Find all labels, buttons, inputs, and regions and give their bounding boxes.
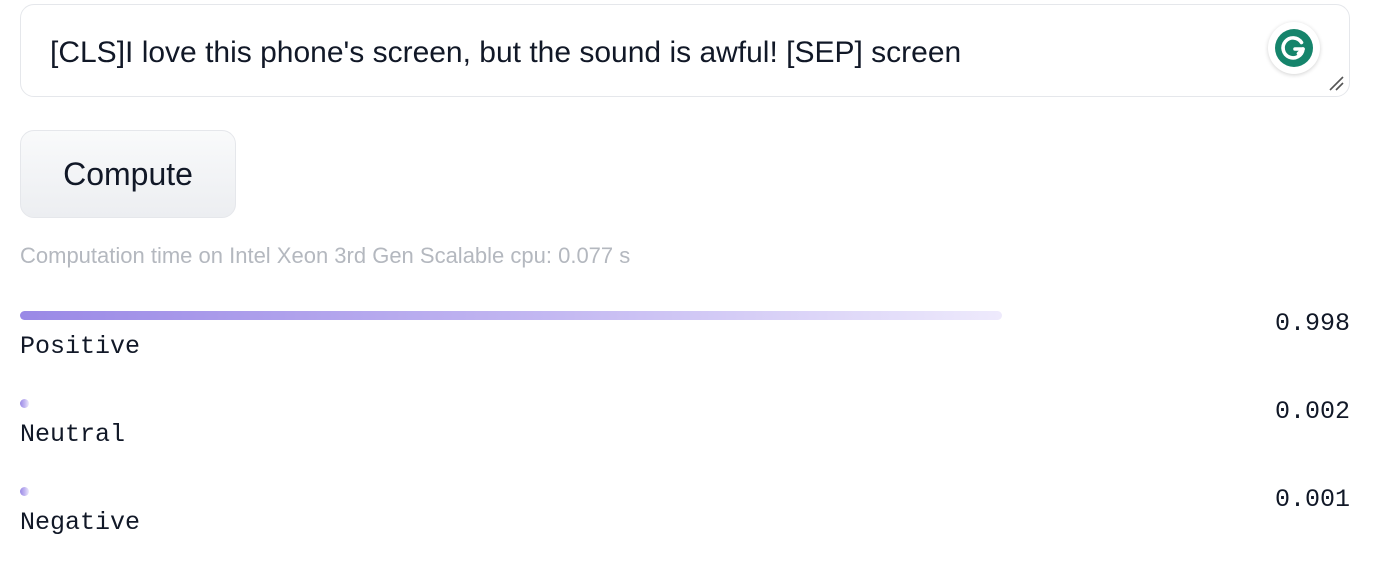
result-row-neutral: Neutral 0.002 (20, 394, 1350, 482)
result-score: 0.998 (1274, 309, 1350, 338)
confidence-bar (20, 487, 29, 496)
result-label: Positive (20, 332, 141, 361)
results-list: Positive 0.998 Neutral 0.002 Negative 0.… (20, 306, 1350, 568)
text-input-value[interactable]: [CLS]I love this phone's screen, but the… (50, 35, 961, 71)
confidence-bar (20, 311, 1002, 320)
result-row-positive: Positive 0.998 (20, 306, 1350, 394)
compute-button[interactable]: Compute (20, 130, 236, 218)
result-score: 0.001 (1274, 485, 1350, 514)
grammarly-icon[interactable] (1268, 22, 1320, 74)
result-label: Neutral (20, 420, 126, 449)
result-row-negative: Negative 0.001 (20, 482, 1350, 568)
confidence-bar (20, 399, 29, 408)
text-input[interactable]: [CLS]I love this phone's screen, but the… (20, 4, 1350, 97)
result-score: 0.002 (1274, 397, 1350, 426)
computation-time-text: Computation time on Intel Xeon 3rd Gen S… (20, 243, 631, 268)
resize-handle-icon[interactable] (1327, 74, 1345, 92)
result-label: Negative (20, 508, 141, 537)
